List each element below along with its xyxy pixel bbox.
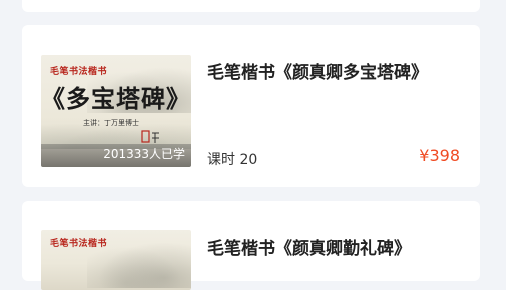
course-cover-image: 毛笔书法楷书 xyxy=(41,230,191,290)
course-price: ¥398 xyxy=(419,146,460,165)
cover-speaker: 主讲：丁万里博士 xyxy=(83,119,139,127)
course-title[interactable]: 毛笔楷书《颜真卿勤礼碑》 xyxy=(207,234,411,259)
course-card[interactable]: 毛笔书法楷书 毛笔楷书《颜真卿勤礼碑》 xyxy=(22,201,480,290)
cover-tag: 毛笔书法楷书 xyxy=(50,67,108,77)
seal-stamp-icon xyxy=(141,130,159,143)
course-card-previous[interactable] xyxy=(22,0,480,12)
course-cover-image: 毛笔书法楷书 《多宝塔碑》 主讲：丁万里博士 201333人已学 xyxy=(41,55,191,167)
cover-title: 《多宝塔碑》 xyxy=(41,84,191,113)
cover-tag: 毛笔书法楷书 xyxy=(50,239,108,249)
course-title[interactable]: 毛笔楷书《颜真卿多宝塔碑》 xyxy=(207,58,428,83)
learner-count: 201333人已学 xyxy=(103,147,185,161)
lesson-count: 课时 20 xyxy=(207,152,258,168)
course-card[interactable]: 毛笔书法楷书 《多宝塔碑》 主讲：丁万里博士 201333人已学 毛笔楷书《颜真… xyxy=(22,25,480,187)
